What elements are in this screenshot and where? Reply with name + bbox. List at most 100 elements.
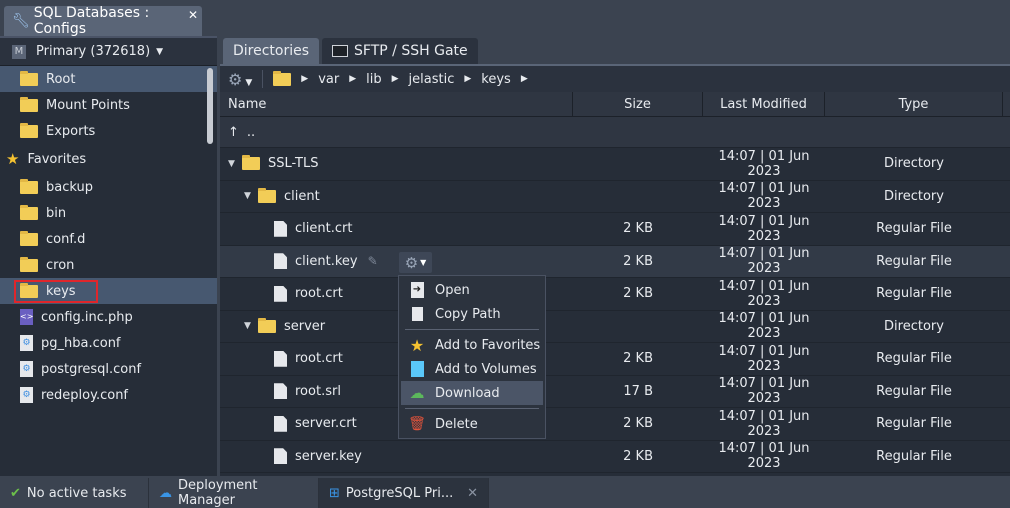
breadcrumb-separator-icon: ▶ <box>391 74 399 84</box>
gear-menu-button[interactable]: ⚙ ▼ <box>228 70 252 89</box>
favorite-label: config.inc.php <box>41 309 133 325</box>
download-icon: ☁ <box>409 384 425 402</box>
star-icon: ★ <box>409 335 425 355</box>
col-name[interactable]: Name <box>220 92 573 116</box>
tab-label: Directories <box>233 43 310 59</box>
favorite-item[interactable]: cron <box>0 252 217 278</box>
file-icon <box>274 350 287 367</box>
file-icon <box>274 253 287 270</box>
favorite-label: postgresql.conf <box>41 361 142 377</box>
node-selector[interactable]: M Primary (372618) ▼ <box>0 38 217 66</box>
expand-icon[interactable]: ▼ <box>244 191 258 201</box>
menu-item-open[interactable]: ➜ Open <box>401 278 543 302</box>
file-icon <box>274 285 287 302</box>
file-type: Regular File <box>876 416 952 432</box>
check-icon: ✔ <box>10 485 21 501</box>
menu-item-delete[interactable]: 🗑︎ Delete <box>401 412 543 436</box>
sidebar-item-exports[interactable]: Exports <box>0 118 217 144</box>
file-modified: 14:07 | 01 Jun 2023 <box>718 311 810 342</box>
col-type[interactable]: Type <box>825 92 1003 116</box>
sidebar-item-label: Root <box>46 71 76 87</box>
favorite-item[interactable]: bin <box>0 200 217 226</box>
expand-icon[interactable]: ▼ <box>244 321 258 331</box>
file-size: 2 KB <box>623 253 653 269</box>
folder-icon <box>20 230 38 246</box>
environment-tab[interactable]: ⊞ PostgreSQL Pri... ✕ <box>319 478 489 508</box>
file-type: Regular File <box>876 351 952 367</box>
menu-item-label: Download <box>435 385 500 401</box>
breadcrumb-item[interactable]: keys <box>481 72 511 87</box>
favorite-item[interactable]: <> config.inc.php <box>0 304 217 330</box>
file-modified: 14:07 | 01 Jun 2023 <box>718 278 810 309</box>
tab-directories[interactable]: Directories <box>223 38 320 64</box>
sidebar-item-label: Exports <box>46 123 96 139</box>
file-name: root.srl <box>295 383 341 399</box>
menu-item-copy-path[interactable]: Copy Path <box>401 302 543 326</box>
row-actions-button[interactable]: ⚙ ▼ <box>399 252 432 273</box>
menu-item-add-to-favorites[interactable]: ★ Add to Favorites <box>401 333 543 357</box>
favorite-label: pg_hba.conf <box>41 335 121 351</box>
sidebar-item-label: Mount Points <box>46 97 130 113</box>
file-name: SSL-TLS <box>268 156 319 172</box>
file-type: Directory <box>884 318 944 334</box>
file-name: root.crt <box>295 286 343 302</box>
context-menu: ➜ Open Copy Path ★ Add to Favorites Add to Vo… <box>398 275 546 439</box>
file-name: client.crt <box>295 221 353 237</box>
file-modified: 14:07 | 01 Jun 2023 <box>718 441 810 472</box>
scrollbar[interactable] <box>207 68 213 144</box>
edit-icon[interactable]: ✎ <box>368 254 378 268</box>
breadcrumb-item[interactable]: lib <box>366 72 381 87</box>
up-arrow-icon: ↑ <box>228 124 239 140</box>
breadcrumb-item[interactable]: jelastic <box>409 72 455 87</box>
folder-icon[interactable] <box>273 70 292 86</box>
favorite-item[interactable]: ⚙ pg_hba.conf <box>0 330 217 356</box>
table-row[interactable]: server.key 2 KB 14:07 | 01 Jun 2023 Regular… <box>220 441 1010 473</box>
config-file-icon: ⚙ <box>20 361 33 377</box>
favorite-item[interactable]: conf.d <box>0 226 217 252</box>
favorite-item[interactable]: keys <box>0 278 217 304</box>
node-badge: M <box>12 44 26 59</box>
up-row[interactable]: ↑.. <box>220 117 1010 148</box>
table-row[interactable]: ▼ client 14:07 | 01 Jun 2023 Directory <box>220 181 1010 213</box>
file-type: Regular File <box>876 221 952 237</box>
tab-label: SFTP / SSH Gate <box>354 43 468 59</box>
deployment-manager-tab[interactable]: ☁ Deployment Manager <box>149 478 319 508</box>
favorites-label: Favorites <box>27 151 87 167</box>
window-title: SQL Databases : Configs <box>33 5 150 37</box>
file-modified: 14:07 | 01 Jun 2023 <box>718 181 810 212</box>
sidebar-item-root[interactable]: Root <box>0 66 217 92</box>
favorite-item[interactable]: backup <box>0 174 217 200</box>
config-file-icon: ⚙ <box>20 335 33 351</box>
tab-sftp[interactable]: SFTP / SSH Gate <box>322 38 478 64</box>
sidebar-item-mount-points[interactable]: Mount Points <box>0 92 217 118</box>
col-size[interactable]: Size <box>573 92 703 116</box>
table-row[interactable]: client.crt 2 KB 14:07 | 01 Jun 2023 Regular… <box>220 213 1010 246</box>
folder-icon <box>20 178 38 194</box>
deployment-label: Deployment Manager <box>178 478 258 508</box>
table-row[interactable]: root.crt 2 KB 14:07 | 01 Jun 2023 Regular F… <box>220 343 1010 376</box>
table-row[interactable]: server.crt 2 KB 14:07 | 01 Jun 2023 Regular… <box>220 408 1010 441</box>
expand-icon[interactable]: ▼ <box>228 159 242 169</box>
breadcrumb: ▶ var ▶ lib ▶ jelastic ▶ keys ▶ <box>273 70 528 87</box>
table-row[interactable]: root.srl 17 B 14:07 | 01 Jun 2023 Regular F… <box>220 376 1010 408</box>
favorite-item[interactable]: ⚙ postgresql.conf <box>0 356 217 382</box>
table-row[interactable]: ▼ server 14:07 | 01 Jun 2023 Directory <box>220 311 1010 343</box>
close-icon[interactable]: ✕ <box>188 8 198 22</box>
favorites-header[interactable]: ★ Favorites <box>0 144 217 174</box>
file-type: Regular File <box>876 383 952 399</box>
table-row[interactable]: ▼ SSL-TLS 14:07 | 01 Jun 2023 Directory <box>220 148 1010 181</box>
gear-icon: ⚙ <box>404 253 419 272</box>
close-icon[interactable]: ✕ <box>467 486 478 501</box>
breadcrumb-item[interactable]: var <box>318 72 339 87</box>
table-row[interactable]: client.key ✎ 2 KB 14:07 | 01 Jun 2023 Regula… <box>220 245 1010 278</box>
favorite-label: cron <box>46 257 75 273</box>
menu-item-label: Add to Volumes <box>435 361 537 377</box>
col-modified[interactable]: Last Modified <box>703 92 825 116</box>
window-tab[interactable]: 🔧︎ SQL Databases : Configs ✕ <box>4 5 202 37</box>
menu-item-add-to-volumes[interactable]: Add to Volumes <box>401 357 543 381</box>
table-row[interactable]: root.crt 2 KB 14:07 | 01 Jun 2023 Regular F… <box>220 278 1010 311</box>
file-type: Directory <box>884 156 944 172</box>
menu-item-download[interactable]: ☁ Download <box>401 381 543 405</box>
favorite-item[interactable]: ⚙ redeploy.conf <box>0 382 217 408</box>
folder-icon <box>258 187 276 203</box>
